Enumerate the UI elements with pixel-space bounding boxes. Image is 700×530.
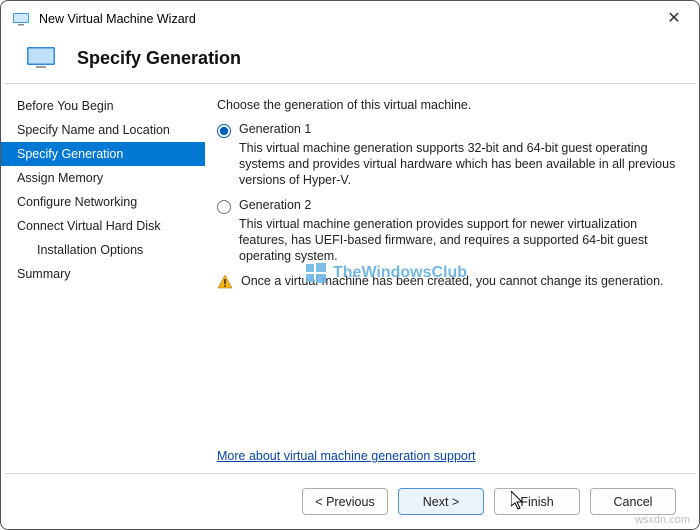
sidebar-item-connect-vhd[interactable]: Connect Virtual Hard Disk <box>1 214 205 238</box>
window-title: New Virtual Machine Wizard <box>39 12 659 26</box>
generation-2-description: This virtual machine generation provides… <box>239 216 679 264</box>
finish-button[interactable]: Finish <box>494 488 580 515</box>
cancel-button[interactable]: Cancel <box>590 488 676 515</box>
generation-2-option[interactable]: Generation 2 <box>217 198 679 214</box>
intro-text: Choose the generation of this virtual ma… <box>217 98 679 112</box>
wizard-footer: < Previous Next > Finish Cancel <box>4 473 696 529</box>
titlebar: New Virtual Machine Wizard ✕ <box>1 1 699 37</box>
wizard-window: New Virtual Machine Wizard ✕ Specify Gen… <box>0 0 700 530</box>
close-button[interactable]: ✕ <box>659 11 689 27</box>
site-watermark: wsxdn.com <box>635 514 690 526</box>
watermark-text: TheWindowsClub <box>333 264 467 282</box>
generation-1-label: Generation 1 <box>239 122 311 136</box>
previous-button[interactable]: < Previous <box>302 488 388 515</box>
generation-2-radio[interactable] <box>217 200 231 214</box>
page-title: Specify Generation <box>77 48 241 69</box>
app-icon <box>13 11 29 27</box>
generation-2-label: Generation 2 <box>239 198 311 212</box>
wizard-sidebar: Before You Begin Specify Name and Locati… <box>1 84 205 473</box>
sidebar-item-specify-name[interactable]: Specify Name and Location <box>1 118 205 142</box>
wizard-body: Before You Begin Specify Name and Locati… <box>1 84 699 473</box>
watermark: TheWindowsClub <box>305 262 467 284</box>
generation-1-description: This virtual machine generation supports… <box>239 140 679 188</box>
sidebar-item-before-you-begin[interactable]: Before You Begin <box>1 94 205 118</box>
monitor-icon <box>27 47 55 69</box>
windows-logo-icon <box>305 262 327 284</box>
sidebar-item-configure-networking[interactable]: Configure Networking <box>1 190 205 214</box>
warning-icon <box>217 274 233 290</box>
wizard-content: Choose the generation of this virtual ma… <box>205 84 699 473</box>
generation-1-option[interactable]: Generation 1 <box>217 122 679 138</box>
sidebar-item-assign-memory[interactable]: Assign Memory <box>1 166 205 190</box>
sidebar-item-installation-options[interactable]: Installation Options <box>1 238 205 262</box>
more-info-link[interactable]: More about virtual machine generation su… <box>217 449 475 463</box>
sidebar-item-summary[interactable]: Summary <box>1 262 205 286</box>
wizard-header: Specify Generation <box>1 37 699 83</box>
sidebar-item-specify-generation[interactable]: Specify Generation <box>1 142 205 166</box>
generation-1-radio[interactable] <box>217 124 231 138</box>
next-button[interactable]: Next > <box>398 488 484 515</box>
